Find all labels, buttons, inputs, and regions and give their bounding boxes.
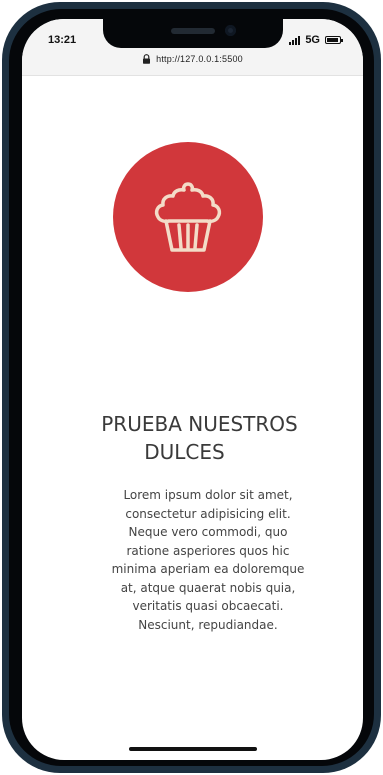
status-time: 13:21 bbox=[48, 34, 77, 46]
signal-icon bbox=[289, 35, 301, 45]
address-bar[interactable]: http://127.0.0.1:5500 bbox=[22, 53, 363, 76]
url-text[interactable]: http://127.0.0.1:5500 bbox=[156, 54, 243, 64]
paragraph-line: Lorem ipsum dolor sit amet, bbox=[123, 488, 293, 502]
volume-up-button bbox=[2, 142, 5, 190]
battery-icon bbox=[325, 36, 343, 44]
cupcake-icon bbox=[154, 182, 222, 252]
paragraph-line: veritatis quasi obcaecati. bbox=[132, 599, 284, 613]
home-indicator[interactable] bbox=[129, 747, 257, 751]
paragraph-line: consectetur adipisicing elit. bbox=[125, 506, 291, 521]
network-label: 5G bbox=[305, 34, 320, 46]
notch bbox=[103, 19, 283, 48]
heading-line-2: DULCES bbox=[144, 440, 225, 464]
lock-icon bbox=[143, 54, 151, 64]
section-heading: PRUEBA NUESTROS DULCES bbox=[22, 410, 363, 466]
volume-down-button bbox=[2, 202, 5, 250]
paragraph-line: Nesciunt, repudiandae. bbox=[138, 617, 278, 632]
status-indicators: 5G bbox=[289, 34, 343, 46]
heading-line-1: PRUEBA NUESTROS bbox=[101, 412, 298, 436]
silent-switch bbox=[2, 98, 5, 124]
paragraph-line: Neque vero commodi, quo bbox=[128, 525, 288, 539]
paragraph-line: ratione asperiores quos hic bbox=[126, 543, 290, 558]
paragraph-line: at, atque quaerat nobis quia, bbox=[120, 580, 296, 595]
speaker-grille bbox=[171, 28, 215, 34]
section-paragraph: Lorem ipsum dolor sit amet, consectetur … bbox=[102, 486, 314, 634]
phone-screen: 13:21 5G http://127.0.0.1:5500 PRUEBA NU… bbox=[22, 19, 363, 760]
power-button bbox=[378, 202, 381, 276]
front-camera bbox=[225, 25, 236, 36]
hero-icon-circle bbox=[113, 142, 263, 292]
paragraph-line: minima aperiam ea doloremque bbox=[111, 562, 305, 576]
